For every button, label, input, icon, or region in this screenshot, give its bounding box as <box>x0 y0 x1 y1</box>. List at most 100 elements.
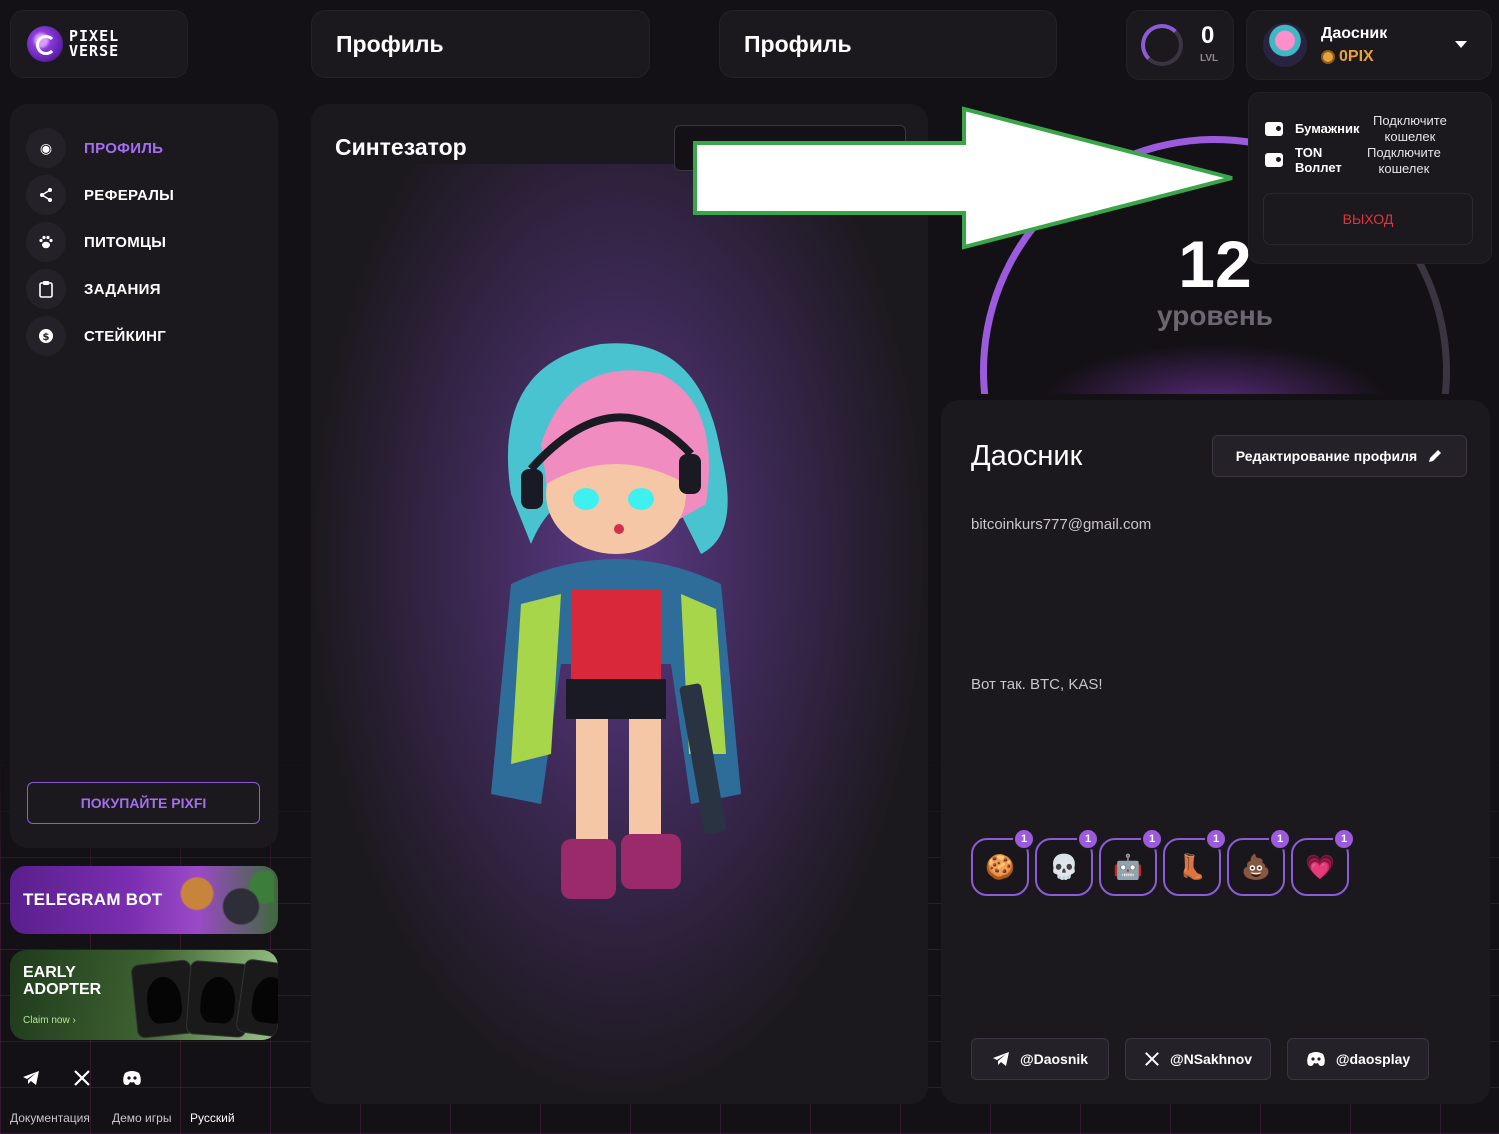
discord-profile-link[interactable]: @daosplay <box>1287 1038 1429 1080</box>
level-number: 0 <box>1201 22 1215 49</box>
cookie-icon[interactable]: 🍪 1 <box>971 828 1035 896</box>
telegram-icon[interactable] <box>11 1060 51 1096</box>
page-title-right-text: Профиль <box>744 30 852 57</box>
sidebar-item-label: ЗАДАНИЯ <box>84 280 161 298</box>
profile-name: Даосник <box>971 440 1083 472</box>
telegram-profile-link[interactable]: @Daosnik <box>971 1038 1109 1080</box>
x-icon[interactable] <box>62 1060 102 1096</box>
telegram-bot-banner[interactable]: TELEGRAM BOT <box>10 866 278 934</box>
dollar-coin-icon: $ <box>26 316 66 356</box>
edit-profile-button[interactable]: Редактирование профиля <box>1212 435 1467 477</box>
connect-wallet-button[interactable]: Подключите кошелек <box>1373 113 1447 145</box>
svg-text:$: $ <box>43 332 50 343</box>
wallet-icon <box>1265 153 1283 167</box>
sidebar-item-referrals[interactable]: РЕФЕРАЛЫ <box>26 175 174 215</box>
wallet-option-ton[interactable]: TON Воллет <box>1265 145 1342 175</box>
badge-glyph: 🤖 <box>1113 853 1143 881</box>
discord-handle: @daosplay <box>1335 1051 1411 1067</box>
logo-text: PIXEL VERSE <box>69 29 119 59</box>
early-adopter-title: EARLY ADOPTER <box>23 964 101 998</box>
telegram-handle: @Daosnik <box>1019 1051 1089 1067</box>
pets-artwork <box>164 868 274 932</box>
profile-email: bitcoinkurs777@gmail.com <box>971 516 1152 533</box>
connect-wallet-line-1: Подключите <box>1373 113 1447 128</box>
sidebar-item-pets[interactable]: ПИТОМЦЫ <box>26 222 166 262</box>
badge-count: 1 <box>1205 828 1227 850</box>
wallet-option-paper[interactable]: Бумажник <box>1265 121 1359 136</box>
docs-link[interactable]: Документация <box>10 1111 90 1125</box>
early-adopter-line-2: ADOPTER <box>23 981 102 998</box>
robot-icon[interactable]: 🤖 1 <box>1099 828 1163 896</box>
user-name: Даосник <box>1321 25 1388 42</box>
x-handle: @NSakhnov <box>1169 1051 1253 1067</box>
sidebar-item-profile[interactable]: ◉ ПРОФИЛЬ <box>26 128 163 168</box>
telegram-icon <box>992 1052 1009 1066</box>
buy-pixfi-label: ПОКУПАЙТЕ PIXFI <box>80 795 207 811</box>
synthesizer-title: Синтезатор <box>335 134 467 160</box>
connect-wallet-line-1: Подключите <box>1367 145 1441 160</box>
badge-count: 1 <box>1141 828 1163 850</box>
discord-icon <box>1307 1052 1325 1066</box>
share-icon <box>26 175 66 215</box>
badge-glyph: 💩 <box>1241 853 1271 881</box>
badge-count: 1 <box>1013 828 1035 850</box>
language-selector[interactable]: Русский <box>190 1111 235 1125</box>
claim-now-link[interactable]: Claim now › <box>23 1015 76 1026</box>
sidebar-item-label: ПИТОМЦЫ <box>84 233 167 251</box>
early-adopter-banner[interactable]: EARLY ADOPTER Claim now › <box>10 950 278 1040</box>
user-circle-icon: ◉ <box>26 128 66 168</box>
wallet-name-line-2: Воллет <box>1295 160 1342 175</box>
telegram-bot-label: TELEGRAM BOT <box>23 890 163 909</box>
annotation-arrow <box>693 106 1233 250</box>
sidebar-item-tasks[interactable]: ЗАДАНИЯ <box>26 269 161 309</box>
sidebar-item-label: ПРОФИЛЬ <box>84 139 164 157</box>
sidebar: ◉ ПРОФИЛЬ РЕФЕРАЛЫ ПИТОМЦЫ ЗАДАНИЯ $ СТЕ… <box>10 104 278 848</box>
user-menu-button[interactable]: Даосник 0PIX <box>1246 10 1492 80</box>
coin-icon <box>1321 50 1335 64</box>
buy-pixfi-button[interactable]: ПОКУПАЙТЕ PIXFI <box>27 782 260 824</box>
connect-wallet-line-2: кошелек <box>1384 129 1436 144</box>
early-adopter-line-1: EARLY <box>23 964 76 981</box>
badge-glyph: 🍪 <box>985 853 1015 881</box>
clipboard-icon <box>26 269 66 309</box>
profile-card: Даосник Редактирование профиля bitcoinku… <box>941 400 1490 1104</box>
discord-icon[interactable] <box>112 1060 152 1096</box>
x-icon <box>1145 1052 1159 1066</box>
x-profile-link[interactable]: @NSakhnov <box>1125 1038 1271 1080</box>
logo[interactable]: PIXEL VERSE <box>10 10 188 78</box>
profile-bio: Вот так. BTC, KAS! <box>971 676 1103 693</box>
edit-profile-label: Редактирование профиля <box>1235 448 1418 464</box>
chevron-down-icon <box>1455 41 1467 48</box>
wallet-icon <box>1265 121 1283 136</box>
badge-count: 1 <box>1077 828 1099 850</box>
page-title-left: Профиль <box>311 10 650 78</box>
page-title-right: Профиль <box>719 10 1057 78</box>
logout-button[interactable]: ВЫХОД <box>1263 193 1473 245</box>
level-progress-ring <box>1141 24 1183 66</box>
skull-icon[interactable]: 💀 1 <box>1035 828 1099 896</box>
pencil-icon <box>1429 450 1442 462</box>
level-label: LVL <box>1200 53 1219 64</box>
user-balance-value: 0PIX <box>1339 48 1374 65</box>
badge-glyph: 👢 <box>1177 853 1207 881</box>
badge-count: 1 <box>1333 828 1355 850</box>
sidebar-item-label: РЕФЕРАЛЫ <box>84 186 175 204</box>
logo-icon <box>27 26 63 62</box>
sidebar-item-label: СТЕЙКИНГ <box>84 327 167 345</box>
demo-games-link[interactable]: Демо игры <box>112 1111 171 1125</box>
logout-label: ВЫХОД <box>1342 211 1394 227</box>
poop-icon[interactable]: 💩 1 <box>1227 828 1291 896</box>
user-balance: 0PIX <box>1321 48 1374 66</box>
wallet-name: Бумажник <box>1295 121 1360 136</box>
user-dropdown-menu: Бумажник Подключите кошелек TON Воллет П… <box>1248 92 1492 264</box>
logo-text-line-2: VERSE <box>69 42 120 60</box>
boot-icon[interactable]: 👢 1 <box>1163 828 1227 896</box>
badge-count: 1 <box>1269 828 1291 850</box>
synthesizer-panel: Синтезатор <box>311 104 928 1104</box>
paw-icon <box>26 222 66 262</box>
badge-glyph: 💀 <box>1049 853 1079 881</box>
sidebar-item-staking[interactable]: $ СТЕЙКИНГ <box>26 316 166 356</box>
connect-ton-wallet-button[interactable]: Подключите кошелек <box>1367 145 1441 177</box>
rainbow-heart-icon[interactable]: 💗 1 <box>1291 828 1355 896</box>
page-title-left-text: Профиль <box>336 30 444 57</box>
